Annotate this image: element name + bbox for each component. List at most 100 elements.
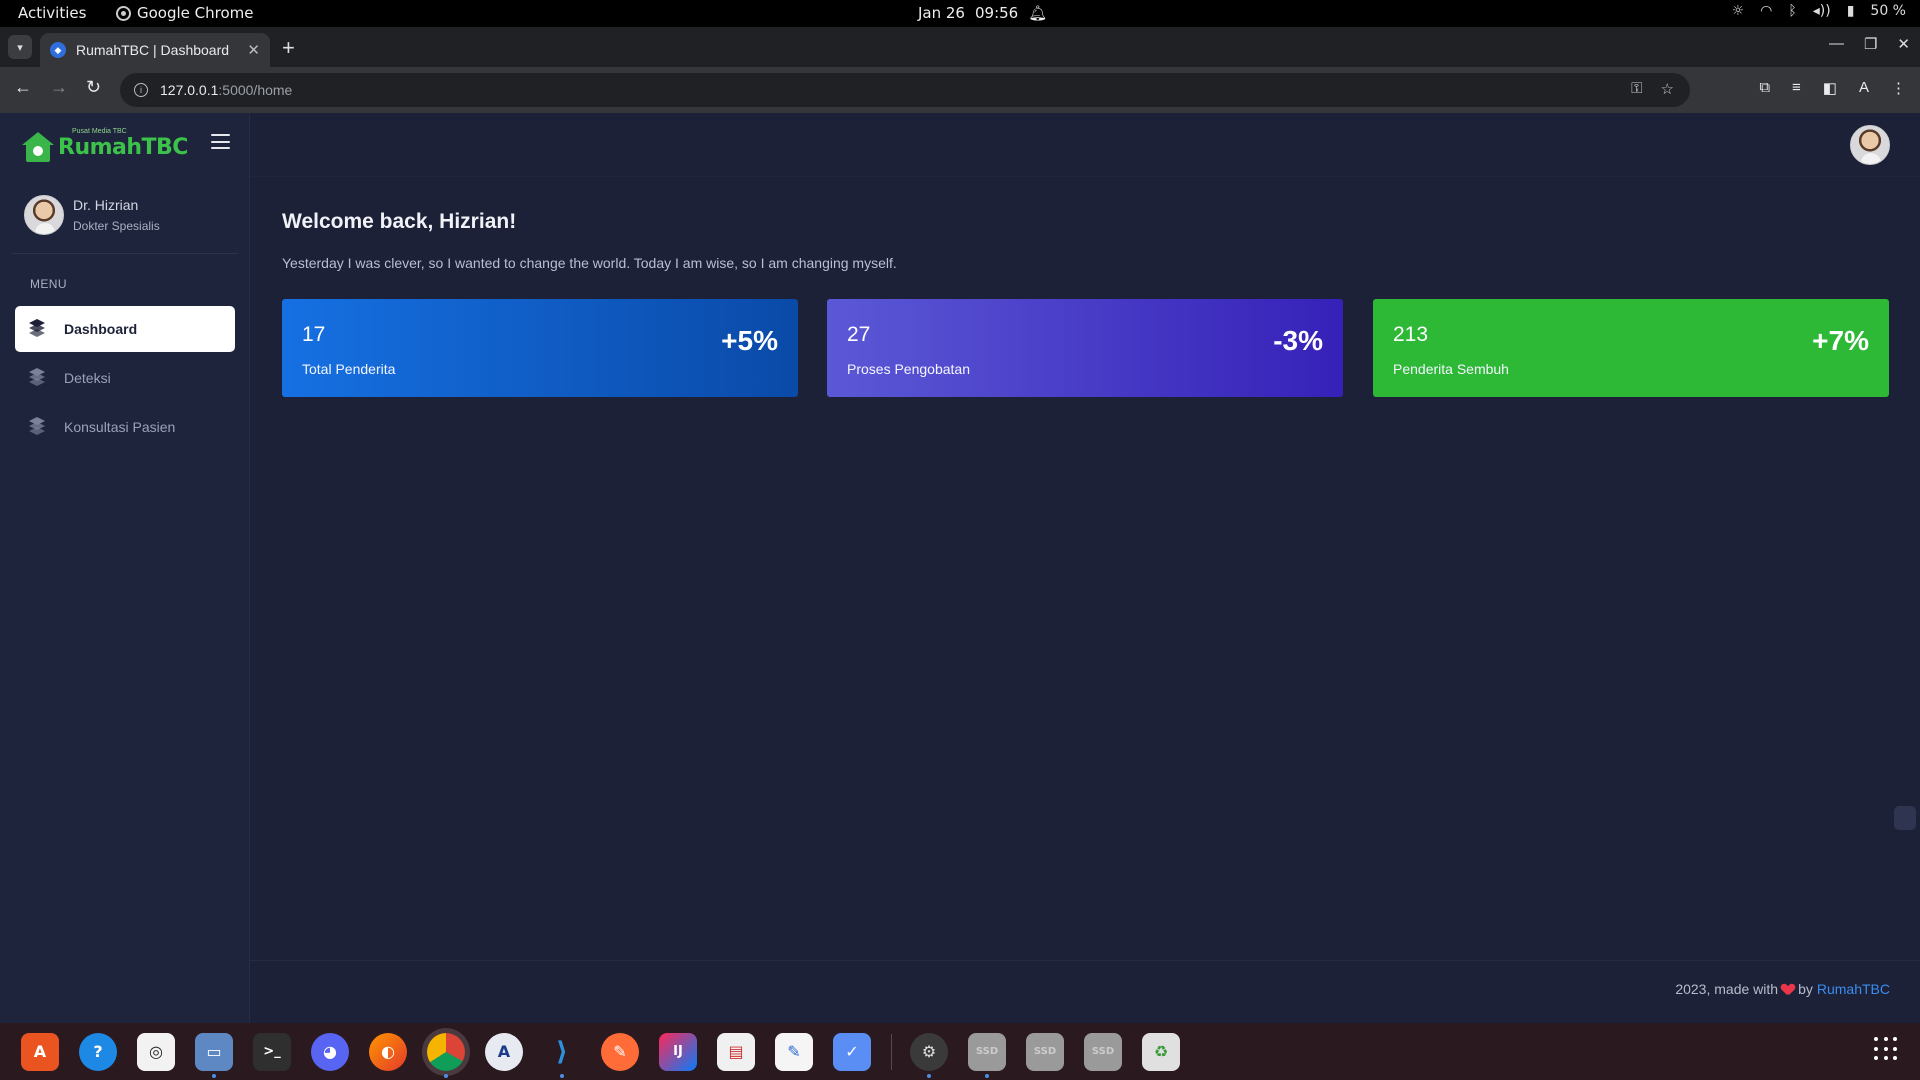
layers-icon — [27, 368, 47, 388]
stat-count: 27 — [847, 323, 871, 346]
chrome-icon[interactable] — [427, 1032, 465, 1078]
brand-logo[interactable]: Pusat Media TBC RumahTBC — [22, 127, 188, 165]
close-tab-icon[interactable]: ✕ — [247, 41, 260, 59]
sidebar-item-dashboard[interactable]: Dashboard — [15, 306, 235, 352]
sidebar: Pusat Media TBC RumahTBC Dr. Hizrian Dok… — [0, 113, 250, 1023]
wifi-icon: ◠ — [1760, 3, 1773, 19]
terminal-icon[interactable]: >_ — [253, 1032, 291, 1071]
activities-button[interactable]: Activities — [18, 4, 86, 22]
sidebar-divider — [12, 253, 238, 254]
bluetooth-icon: ᛒ — [1788, 3, 1797, 19]
stat-count: 17 — [302, 323, 326, 346]
battery-percentage: 50 % — [1870, 3, 1906, 19]
sidebar-item-label: Dashboard — [64, 321, 138, 337]
brand-name: RumahTBC — [58, 134, 188, 160]
layers-icon — [27, 319, 47, 339]
trash-icon[interactable]: ♻ — [1142, 1032, 1180, 1071]
user-profile[interactable]: Dr. Hizrian Dokter Spesialis — [24, 195, 160, 235]
footer-credit: 2023, made with by RumahTBC — [1675, 981, 1890, 997]
bookmark-star-icon[interactable]: ☆ — [1661, 80, 1674, 98]
window-controls: — ❐ ✕ — [1829, 35, 1910, 53]
browser-tab-strip: ▾ ◆ RumahTBC | Dashboard ✕ + — ❐ ✕ — [0, 27, 1920, 67]
software-center-icon[interactable]: A — [21, 1032, 59, 1071]
stat-label: Proses Pengobatan — [847, 361, 970, 377]
clock[interactable]: Jan 26 09:56 🔔︎ — [918, 4, 1047, 22]
files-icon[interactable]: ▭ — [195, 1032, 233, 1078]
heart-icon — [1782, 984, 1794, 995]
url-path: :5000/home — [218, 82, 293, 98]
footer-by: by — [1798, 981, 1813, 997]
postman-icon[interactable]: ✎ — [601, 1032, 639, 1071]
stat-change: +7% — [1812, 325, 1869, 356]
rhythmbox-icon[interactable]: ◎ — [137, 1032, 175, 1071]
tab-title: RumahTBC | Dashboard — [76, 42, 230, 58]
disk-icon[interactable]: SSD — [968, 1032, 1006, 1078]
password-key-icon[interactable]: ⚿ — [1631, 80, 1642, 98]
url-host: 127.0.0.1 — [160, 82, 219, 98]
help-icon[interactable]: ? — [79, 1032, 117, 1071]
tab-search-button[interactable]: ▾ — [8, 35, 32, 59]
app-store-icon[interactable]: A — [485, 1032, 523, 1071]
user-name: Dr. Hizrian — [73, 197, 139, 213]
more-menu-icon[interactable]: ⋮ — [1891, 79, 1906, 97]
footer-link[interactable]: RumahTBC — [1817, 981, 1890, 997]
stat-label: Total Penderita — [302, 361, 396, 377]
discord-icon[interactable]: ◕ — [311, 1032, 349, 1071]
document-viewer-icon[interactable]: ▤ — [717, 1032, 755, 1071]
chrome-icon — [116, 5, 131, 21]
sidebar-item-label: Konsultasi Pasien — [64, 419, 176, 435]
close-window-icon[interactable]: ✕ — [1897, 35, 1910, 53]
tasks-icon[interactable]: ✓ — [833, 1032, 871, 1071]
new-tab-button[interactable]: + — [282, 35, 295, 61]
disk-icon[interactable]: SSD — [1026, 1032, 1064, 1071]
app-menu-label: Google Chrome — [137, 4, 254, 22]
sidebar-item-konsultasi-pasien[interactable]: Konsultasi Pasien — [15, 404, 235, 450]
forward-icon[interactable]: → — [50, 77, 68, 98]
header-avatar[interactable] — [1850, 125, 1890, 165]
browser-toolbar: ← → ↻ i 127.0.0.1 :5000/home ⚿ ☆ ⧉ ≡ ◧ A… — [0, 67, 1920, 113]
firefox-icon[interactable]: ◐ — [369, 1032, 407, 1071]
floating-widget-tab[interactable] — [1894, 806, 1916, 830]
footer: 2023, made with by RumahTBC — [250, 960, 1920, 1020]
intellij-icon[interactable]: IJ — [659, 1032, 697, 1071]
sidebar-nav: Dashboard Deteksi Konsultasi Pasien — [15, 306, 235, 453]
house-medical-icon — [22, 132, 54, 162]
page-title: Welcome back, Hizrian! — [282, 210, 517, 233]
maximize-icon[interactable]: ❐ — [1864, 35, 1877, 53]
user-role: Dokter Spesialis — [73, 219, 160, 233]
settings-icon[interactable]: ⚙ — [910, 1032, 948, 1078]
stat-card-proses-pengobatan: 27 Proses Pengobatan -3% — [827, 299, 1343, 397]
minimize-icon[interactable]: — — [1829, 35, 1844, 53]
disk-icon[interactable]: SSD — [1084, 1032, 1122, 1071]
side-panel-icon[interactable]: ◧ — [1823, 79, 1837, 97]
layers-icon — [27, 417, 47, 437]
stat-change: -3% — [1273, 325, 1323, 356]
brand-tagline: Pusat Media TBC — [72, 127, 127, 135]
sidebar-item-label: Deteksi — [64, 370, 111, 386]
extensions-icon[interactable]: ⧉ — [1759, 79, 1770, 97]
back-icon[interactable]: ← — [14, 77, 32, 98]
reload-icon[interactable]: ↻ — [86, 77, 101, 98]
vscode-icon[interactable]: ⟩ — [543, 1033, 581, 1078]
system-top-bar: Activities Google Chrome Jan 26 09:56 🔔︎… — [0, 0, 1920, 27]
app-menu[interactable]: Google Chrome — [116, 4, 254, 22]
text-editor-icon[interactable]: ✎ — [775, 1032, 813, 1071]
sidebar-item-deteksi[interactable]: Deteksi — [15, 355, 235, 401]
toolbar-actions: ⧉ ≡ ◧ A ⋮ — [1759, 79, 1906, 97]
volume-icon: ◂)) — [1812, 3, 1831, 19]
show-apps-grid-icon[interactable] — [1874, 1037, 1898, 1061]
web-app: Pusat Media TBC RumahTBC Dr. Hizrian Dok… — [0, 113, 1920, 1023]
stat-card-total-penderita: 17 Total Penderita +5% — [282, 299, 798, 397]
notification-bell-icon: 🔔︎ — [1028, 4, 1048, 22]
dock: A ? ◎ ▭ >_ ◕ ◐ A ⟩ ✎ IJ ▤ ✎ ✓ ⚙ SSD SSD … — [0, 1023, 1920, 1080]
media-controls-icon[interactable]: ≡ — [1792, 79, 1801, 97]
welcome-quote: Yesterday I was clever, so I wanted to c… — [282, 255, 897, 271]
system-tray[interactable]: ☼ ◠ ᛒ ◂)) ▮ 50 % — [1732, 3, 1906, 19]
site-info-icon[interactable]: i — [134, 83, 148, 97]
profile-button[interactable]: A — [1859, 79, 1869, 97]
battery-icon: ▮ — [1846, 3, 1855, 19]
dock-separator — [891, 1033, 892, 1070]
hamburger-menu-icon[interactable] — [211, 134, 230, 149]
tab-dashboard[interactable]: ◆ RumahTBC | Dashboard ✕ — [40, 33, 270, 67]
address-bar[interactable]: i 127.0.0.1 :5000/home ⚿ ☆ — [120, 73, 1690, 107]
